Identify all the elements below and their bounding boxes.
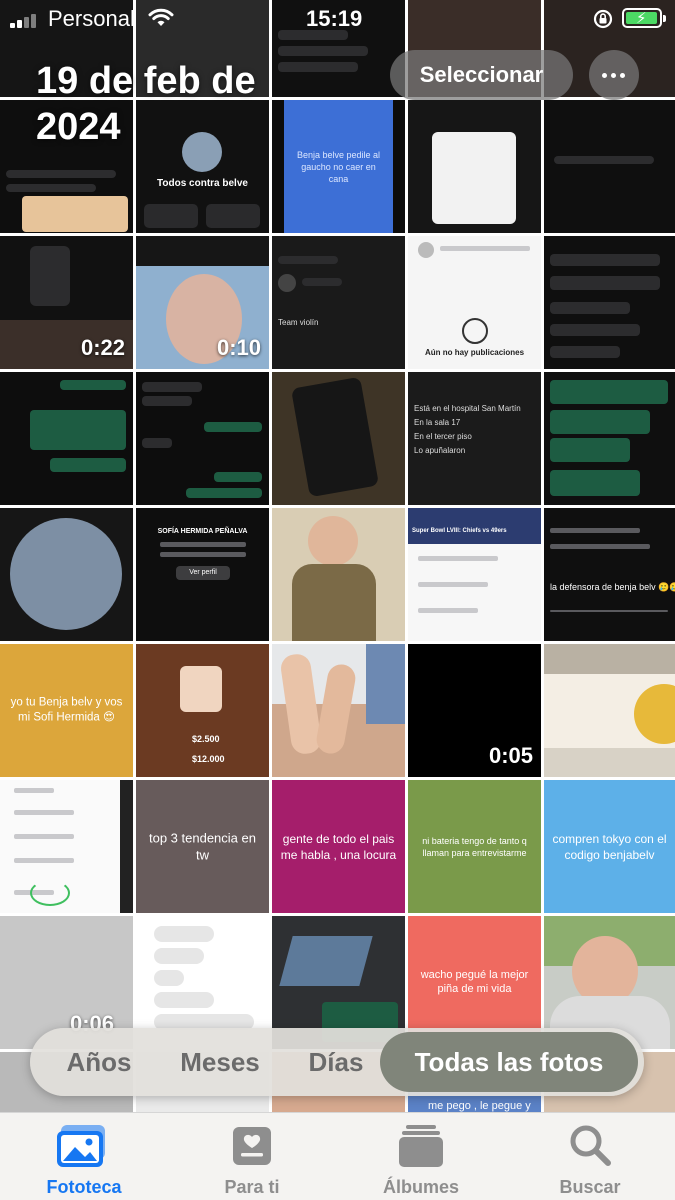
trend-title: Super Bowl LVIII: Chiefs vs 49ers — [412, 528, 507, 534]
photo-thumbnail[interactable]: Team violín — [272, 236, 405, 369]
tab-label: Para ti — [224, 1177, 280, 1197]
video-thumbnail[interactable]: 0:05 — [408, 644, 541, 777]
profile-name-text: SOFÍA HERMIDA PEÑALVA — [157, 528, 248, 535]
photo-thumbnail[interactable] — [408, 100, 541, 233]
photo-thumbnail[interactable]: gente de todo el pais me habla , una loc… — [272, 780, 405, 913]
video-thumbnail[interactable]: 0:22 — [0, 236, 133, 369]
wifi-icon — [148, 8, 174, 26]
tab-for-you[interactable]: Para ti — [168, 1113, 336, 1200]
status-bar: Personal 15:19 ⚡ — [0, 0, 675, 40]
price-text: $2.500 — [192, 734, 220, 744]
photo-thumbnail[interactable]: yo tu Benja belv y vos mi Sofi Hermida 😍 — [0, 644, 133, 777]
tab-search[interactable]: Buscar — [506, 1113, 674, 1200]
segment-years[interactable]: Años — [50, 1028, 148, 1096]
tab-label: Fototeca — [46, 1177, 122, 1197]
search-icon — [570, 1125, 611, 1166]
photo-thumbnail[interactable] — [544, 236, 675, 369]
photo-library-icon — [57, 1125, 105, 1167]
tab-library[interactable]: Fototeca — [0, 1113, 168, 1200]
tab-label: Álbumes — [382, 1177, 460, 1197]
view-profile-button: Ver perfil — [176, 566, 230, 580]
signal-icon — [10, 12, 42, 28]
tab-albums[interactable]: Álbumes — [337, 1113, 505, 1200]
photo-thumbnail[interactable] — [544, 644, 675, 777]
photo-thumbnail[interactable]: Está en el hospital San Martín En la sal… — [408, 372, 541, 505]
tab-bar: Fototeca Para ti Álbumes Buscar — [0, 1112, 675, 1200]
photo-thumbnail[interactable] — [0, 372, 133, 505]
view-switcher: Años Meses Días Todas las fotos — [30, 1028, 644, 1096]
video-duration: 0:05 — [488, 743, 533, 768]
photo-thumbnail[interactable] — [136, 372, 269, 505]
select-button[interactable]: Seleccionar — [390, 50, 573, 100]
photo-thumbnail[interactable]: la defensora de benja belv 🥲🥲 — [544, 508, 675, 641]
photo-thumbnail[interactable]: Aún no hay publicaciones — [408, 236, 541, 369]
bio-text: la defensora de benja belv 🥲🥲 — [550, 582, 675, 592]
photo-thumbnail[interactable] — [544, 372, 675, 505]
segment-months[interactable]: Meses — [168, 1028, 272, 1096]
video-thumbnail[interactable]: 0:10 — [136, 236, 269, 369]
poll-option-text: Team violín — [278, 318, 319, 327]
photo-grid: Todos contra belve Benja belve pedile al… — [0, 0, 675, 1112]
photo-thumbnail[interactable]: Super Bowl LVIII: Chiefs vs 49ers — [408, 508, 541, 641]
carrier-name: Personal — [48, 6, 135, 31]
photo-thumbnail[interactable] — [0, 780, 133, 913]
date-title: 19 de feb de 2024 — [36, 60, 256, 148]
battery-icon: ⚡ — [622, 8, 666, 28]
for-you-icon — [233, 1127, 271, 1165]
photo-thumbnail[interactable]: top 3 tendencia en tw — [136, 780, 269, 913]
video-duration: 0:10 — [216, 335, 261, 360]
photo-thumbnail[interactable] — [272, 372, 405, 505]
clock: 15:19 — [306, 6, 363, 31]
video-duration: 0:22 — [80, 335, 125, 360]
more-button[interactable] — [589, 50, 639, 100]
empty-posts-text: Aún no hay publicaciones — [424, 348, 525, 357]
photo-thumbnail[interactable]: SOFÍA HERMIDA PEÑALVA Ver perfil — [136, 508, 269, 641]
photo-thumbnail[interactable] — [544, 100, 675, 233]
caption-text: me pego , le pegue y — [428, 1100, 531, 1112]
photo-thumbnail[interactable]: ni bateria tengo de tanto q llaman para … — [408, 780, 541, 913]
ellipsis-icon — [602, 73, 607, 78]
photo-thumbnail[interactable] — [0, 508, 133, 641]
chat-text: Está en el hospital San Martín En la sal… — [414, 404, 521, 455]
photo-thumbnail[interactable]: compren tokyo con el codigo benjabelv — [544, 780, 675, 913]
tab-label: Buscar — [559, 1177, 621, 1197]
segment-all-photos[interactable]: Todas las fotos — [380, 1032, 638, 1092]
photo-thumbnail[interactable] — [272, 644, 405, 777]
rotation-lock-icon — [593, 9, 613, 29]
albums-icon — [399, 1125, 443, 1167]
photo-thumbnail[interactable] — [272, 508, 405, 641]
photo-thumbnail[interactable]: $2.500 $12.000 — [136, 644, 269, 777]
segment-days[interactable]: Días — [294, 1028, 378, 1096]
group-name-text: Todos contra belve — [157, 178, 248, 189]
price-text: $12.000 — [192, 754, 225, 764]
